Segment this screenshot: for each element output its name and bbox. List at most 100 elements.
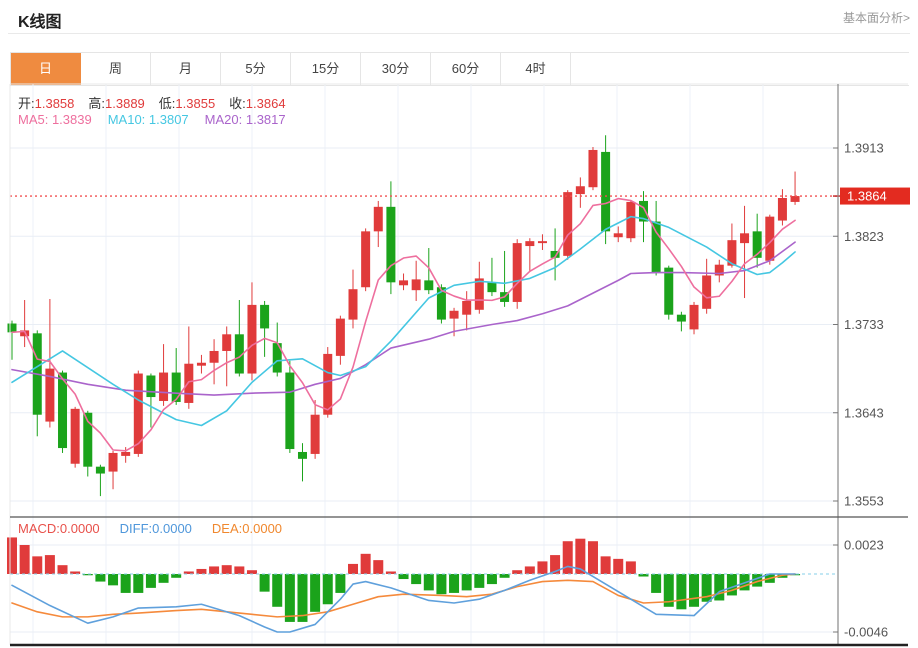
macd-bar (284, 574, 295, 622)
candle-up (449, 310, 459, 319)
candle-up (108, 452, 118, 472)
macd-bar (310, 574, 321, 612)
candle-up (626, 201, 636, 239)
candle-up (196, 362, 206, 366)
panel-borders (9, 83, 908, 647)
svg-text:1.3823: 1.3823 (844, 229, 884, 244)
macd-bar (158, 574, 169, 583)
macd-bar (423, 574, 434, 591)
macd-bar (587, 541, 598, 574)
macd-bar (461, 574, 472, 591)
macd-bar (373, 560, 384, 574)
candle-down (676, 314, 686, 322)
macd-bar (209, 566, 220, 574)
macd-bar (348, 563, 359, 574)
candle-up (537, 241, 547, 244)
candle-up (209, 350, 219, 363)
ohlc-item: 高:1.3889 (88, 96, 145, 111)
ohlc-row: 开:1.3858 高:1.3889 低:1.3855 收:1.3864 (18, 93, 300, 112)
candle-up (462, 300, 472, 315)
candle-up (575, 186, 585, 195)
macd-legend-row: MACD:0.0000 DIFF:0.0000 DEA:0.0000 (18, 521, 302, 536)
candle-up (512, 243, 522, 302)
candle-up (348, 289, 358, 320)
macd-bar (613, 558, 624, 574)
candle-down (487, 282, 497, 293)
kline-page: K线图 基本面分析> 日周月 5分 15分 30分 60分 4时 1.3864 1.3913… (0, 0, 918, 648)
candle-down (171, 372, 181, 402)
macd-bar (436, 574, 447, 595)
macd-bar (246, 570, 257, 574)
candle-up (411, 279, 421, 291)
macd-bar (651, 574, 662, 593)
current-price-tag: 1.3864 (833, 187, 910, 205)
candles-layer (7, 135, 800, 497)
macd-bar (625, 561, 636, 574)
candle-up (70, 408, 80, 464)
macd-bar (171, 574, 182, 578)
svg-text:1.3733: 1.3733 (844, 317, 884, 332)
macd-bar (449, 574, 460, 593)
candle-down (651, 221, 661, 273)
macd-bar (714, 574, 725, 601)
ma-legend-row: MA5: 1.3839 MA10: 1.3807 MA20: 1.3817 (18, 112, 302, 127)
macd-legend-item: MACD:0.0000 (18, 521, 100, 536)
ma-legend-item: MA5: 1.3839 (18, 112, 92, 127)
macd-bar (57, 565, 68, 574)
candle-up (361, 231, 371, 288)
grid-layer (10, 84, 838, 645)
candle-up (399, 280, 409, 286)
macd-bar (726, 574, 737, 596)
macd-bar (32, 556, 43, 574)
candle-up (702, 275, 712, 309)
candle-down (601, 151, 611, 232)
candle-up (790, 196, 800, 202)
macd-bar (512, 570, 523, 574)
candle-down (260, 304, 270, 329)
candle-up (335, 318, 345, 356)
macd-bar (360, 553, 371, 574)
ohlc-item: 低:1.3855 (158, 96, 216, 111)
candle-up (740, 233, 750, 244)
svg-text:1.3913: 1.3913 (844, 141, 884, 156)
candle-up (184, 363, 194, 403)
macd-bar (689, 574, 700, 607)
macd-bar (499, 574, 510, 578)
macd-bar (600, 556, 611, 574)
candle-up (613, 233, 623, 238)
candle-up (563, 192, 573, 256)
candle-up (323, 353, 333, 415)
macd-bar (145, 574, 156, 588)
candle-up (373, 206, 383, 232)
macd-legend-item: DIFF:0.0000 (119, 521, 192, 536)
macd-bar (108, 574, 119, 586)
macd-bar (19, 544, 30, 574)
candle-up (247, 304, 257, 374)
candle-up (689, 304, 699, 330)
candle-up (310, 414, 320, 454)
macd-bar (120, 574, 131, 593)
svg-text:1.3553: 1.3553 (844, 494, 884, 509)
macd-bar (676, 574, 687, 610)
candle-down (297, 451, 307, 459)
macd-bar (537, 561, 548, 574)
macd-bar (398, 574, 409, 580)
macd-bar (196, 568, 207, 574)
candle-down (285, 372, 295, 450)
candle-down (146, 375, 156, 398)
macd-bar (272, 574, 283, 607)
svg-text:0.0023: 0.0023 (844, 537, 884, 552)
macd-histogram (7, 537, 838, 622)
candle-up (777, 198, 787, 221)
macd-bar (7, 537, 17, 574)
ma-legend-item: MA20: 1.3817 (204, 112, 286, 127)
candle-up (121, 451, 131, 456)
macd-bar (259, 574, 270, 592)
candle-up (159, 372, 169, 401)
macd-bar (524, 566, 535, 574)
svg-text:-0.0046: -0.0046 (844, 625, 888, 640)
macd-bar (95, 574, 106, 582)
macd-bar (44, 555, 55, 574)
macd-bar (335, 574, 346, 593)
candle-down (7, 323, 17, 333)
